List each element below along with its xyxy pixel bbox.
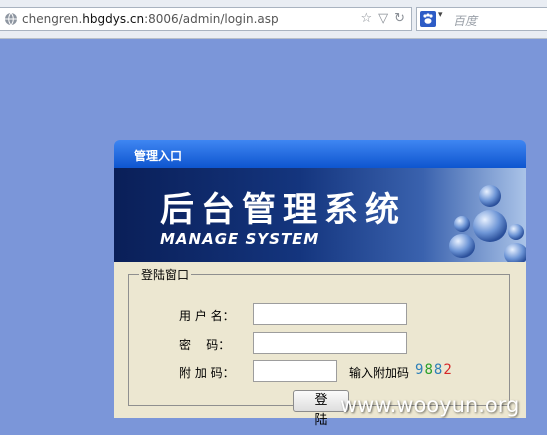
username-label: 用 户 名： — [179, 309, 235, 323]
login-fieldset: 登陆窗口 用 户 名： 密 码： 附 加 码： 输入附加码 9882 登 陆 — [128, 266, 510, 428]
banner-title-cn: 后台管理系统 — [160, 190, 406, 230]
captcha-digit: 8 — [424, 362, 434, 378]
engine-dropdown-icon[interactable]: ▾ — [438, 10, 443, 20]
url-text[interactable]: chengren.hbgdys.cn:8006/admin/login.asp — [22, 12, 279, 26]
code-row: 附 加 码： 输入附加码 9882 — [129, 360, 509, 384]
code-hint: 输入附加码 — [349, 366, 410, 380]
login-panel: 管理入口 后台管理系统 MANAGE SYSTEM 登陆窗口 用 户 名： 密 … — [114, 140, 526, 428]
star-icon[interactable]: ☆ — [360, 11, 372, 27]
watermark: www.wooyun.org — [340, 393, 520, 417]
search-bar[interactable]: ▾ 百度 — [416, 7, 547, 31]
username-row: 用 户 名： — [129, 303, 509, 327]
dropdown-arrow-icon[interactable]: ▽ — [378, 11, 388, 27]
users-icon — [449, 185, 526, 262]
code-input[interactable] — [253, 360, 337, 382]
reload-icon[interactable]: ↻ — [394, 11, 405, 27]
password-input[interactable] — [253, 332, 407, 354]
url-suffix: :8006/admin/login.asp — [144, 12, 279, 26]
username-input[interactable] — [253, 303, 407, 325]
captcha-image[interactable]: 9882 — [415, 362, 453, 378]
url-prefix: chengren. — [22, 12, 83, 26]
code-label: 附 加 码： — [179, 366, 235, 380]
banner-title-en: MANAGE SYSTEM — [160, 230, 320, 248]
password-label: 密 码： — [179, 338, 231, 352]
captcha-digit: 2 — [443, 362, 453, 378]
panel-header: 管理入口 — [114, 140, 526, 168]
search-input[interactable]: 百度 — [453, 12, 477, 29]
password-row: 密 码： — [129, 332, 509, 356]
fieldset-legend: 登陆窗口 — [141, 268, 190, 282]
panel-title: 管理入口 — [134, 149, 183, 163]
browser-toolbar: chengren.hbgdys.cn:8006/admin/login.asp … — [0, 0, 547, 39]
url-domain: hbgdys.cn — [82, 12, 145, 26]
banner: 后台管理系统 MANAGE SYSTEM — [114, 168, 526, 262]
globe-icon — [5, 12, 17, 26]
baidu-paw-icon[interactable] — [420, 11, 436, 27]
captcha-digit: 8 — [433, 362, 444, 378]
address-bar[interactable]: chengren.hbgdys.cn:8006/admin/login.asp … — [0, 7, 412, 31]
